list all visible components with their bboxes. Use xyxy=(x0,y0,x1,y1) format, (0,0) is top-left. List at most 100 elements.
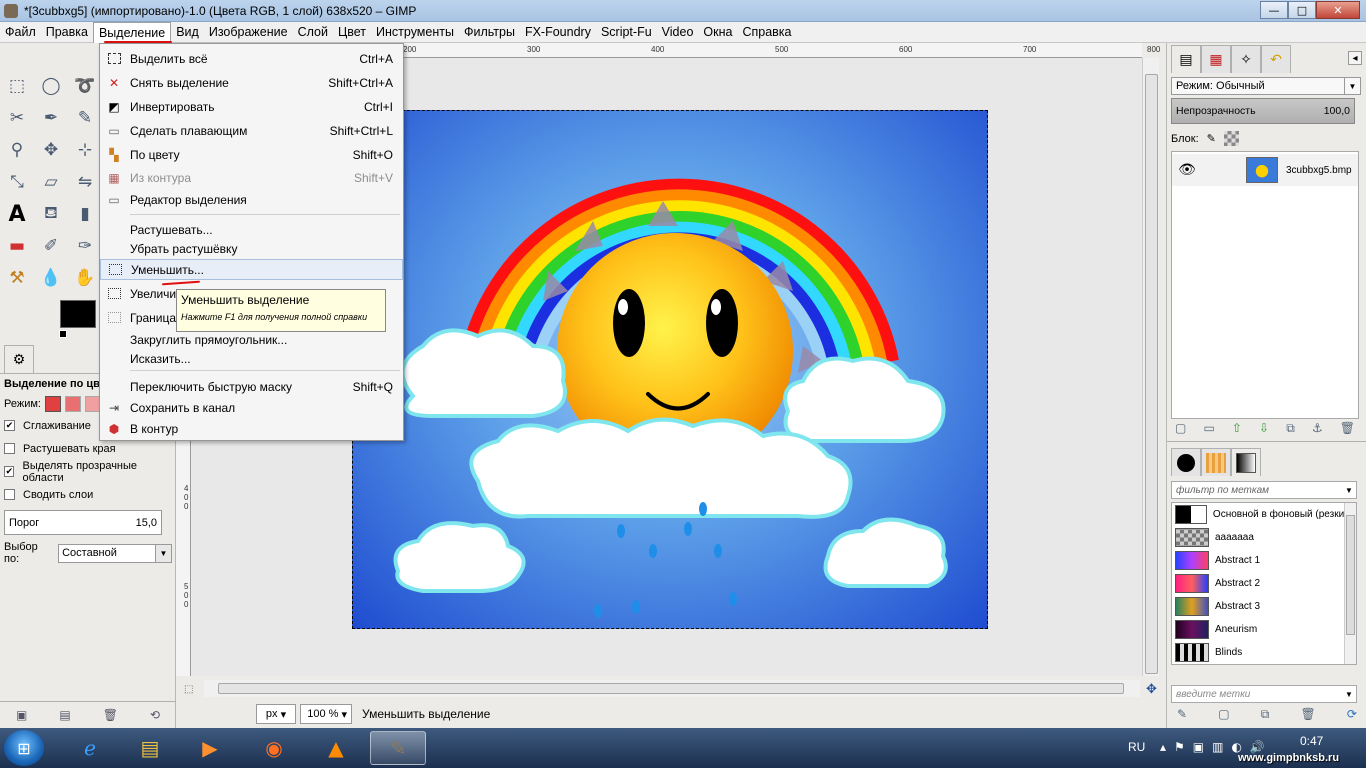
menu-item[interactable]: Цвет xyxy=(333,22,371,43)
menu-item[interactable]: Вид xyxy=(171,22,204,43)
select-menu-item[interactable]: Исказить... xyxy=(100,348,403,369)
lower-layer-icon[interactable]: ⇩ xyxy=(1259,421,1269,436)
firefox-taskbar-icon[interactable]: ◉ xyxy=(246,731,302,765)
save-options-icon[interactable]: ▣ xyxy=(16,708,27,722)
menu-item[interactable]: Инструменты xyxy=(371,22,459,43)
zoom-selector[interactable]: 100 % ▾ xyxy=(300,704,352,724)
rect-select-tool-icon[interactable]: ⬚ xyxy=(4,73,30,99)
flip-tool-icon[interactable]: ⇋ xyxy=(72,169,98,195)
horizontal-scrollbar[interactable] xyxy=(204,680,1140,697)
lock-pixels-icon[interactable]: ✎ xyxy=(1207,132,1216,145)
gradients-tab-icon[interactable] xyxy=(1231,448,1261,476)
horizontal-scroll-thumb[interactable] xyxy=(218,683,1124,694)
undo-tab-icon[interactable]: ↶ xyxy=(1261,45,1291,73)
antialiasing-checkbox[interactable]: ✔ xyxy=(4,420,15,431)
text-tool-icon[interactable]: A xyxy=(4,201,30,227)
layer-row[interactable]: 👁 3cubbxg5.bmp xyxy=(1172,154,1358,186)
bucket-fill-tool-icon[interactable]: ⛾ xyxy=(38,201,64,227)
maximize-button[interactable]: □ xyxy=(1288,1,1316,19)
delete-options-icon[interactable]: 🗑 xyxy=(103,708,118,722)
gradient-list-item[interactable]: aaaaaaa xyxy=(1172,526,1344,549)
color-picker-tool-icon[interactable]: ✎ xyxy=(72,105,98,131)
select-menu-item[interactable]: Растушевать... xyxy=(100,219,403,240)
delete-gradient-icon[interactable]: 🗑 xyxy=(1301,707,1316,722)
channels-tab-icon[interactable]: ▦ xyxy=(1201,45,1231,73)
merged-checkbox[interactable] xyxy=(4,489,15,500)
duplicate-gradient-icon[interactable]: ⧉ xyxy=(1261,707,1270,722)
gradient-list-item[interactable]: Основной в фоновый (резкий) xyxy=(1172,503,1344,526)
menu-item[interactable]: Фильтры xyxy=(459,22,520,43)
select-menu-item[interactable]: ⇥ Сохранить в канал xyxy=(100,397,403,418)
transparent-checkbox[interactable]: ✔ xyxy=(4,466,15,477)
menu-item[interactable]: FX-Foundry xyxy=(520,22,596,43)
menu-item[interactable]: Script-Fu xyxy=(596,22,657,43)
gradients-scroll-thumb[interactable] xyxy=(1346,515,1355,635)
gradient-list-item[interactable]: Abstract 1 xyxy=(1172,549,1344,572)
opacity-slider[interactable]: Непрозрачность 100,0 xyxy=(1171,98,1355,124)
new-gradient-icon[interactable]: ▢ xyxy=(1218,707,1229,722)
airbrush-tool-icon[interactable]: ✐ xyxy=(38,233,64,259)
layer-mode-combo[interactable]: Режим: Обычный ▼ xyxy=(1171,77,1361,95)
select-menu-item[interactable]: Закруглить прямоугольник... xyxy=(100,329,403,350)
select-menu-item[interactable]: Переключить быструю маску Shift+Q xyxy=(100,376,403,397)
layers-tab-icon[interactable]: ▤ xyxy=(1171,45,1201,73)
new-layer-icon[interactable]: ▢ xyxy=(1175,421,1186,436)
blur-tool-icon[interactable]: 💧 xyxy=(38,265,64,291)
ellipse-select-tool-icon[interactable]: ◯ xyxy=(38,73,64,99)
edit-gradient-icon[interactable]: ✎ xyxy=(1177,707,1187,722)
select-menu-item[interactable]: ▚ По цвету Shift+O xyxy=(100,144,403,165)
select-menu-item[interactable]: ⬢ В контур xyxy=(100,418,403,439)
eraser-tool-icon[interactable]: ▬ xyxy=(4,233,30,259)
gradient-list-item[interactable]: Aneurism xyxy=(1172,618,1344,641)
gradients-scrollbar[interactable] xyxy=(1344,503,1356,664)
menu-select[interactable]: Выделение xyxy=(92,21,172,43)
gimp-taskbar-icon[interactable]: ✎ xyxy=(370,731,426,765)
select-menu-item[interactable]: Уменьшить... xyxy=(100,259,403,280)
clock[interactable]: 0:47 xyxy=(1300,734,1323,748)
select-menu-item[interactable]: ▭ Сделать плавающим Shift+Ctrl+L xyxy=(100,120,403,141)
close-button[interactable]: ✕ xyxy=(1316,1,1360,19)
menu-item[interactable]: Изображение xyxy=(204,22,293,43)
language-indicator[interactable]: RU xyxy=(1128,740,1145,754)
refresh-gradients-icon[interactable]: ⟳ xyxy=(1347,707,1357,722)
transparent-row[interactable]: ✔ Выделять прозрачные области xyxy=(4,460,172,484)
scale-tool-icon[interactable]: ⤡ xyxy=(4,169,30,195)
duplicate-layer-icon[interactable]: ⧉ xyxy=(1286,421,1295,436)
move-tool-icon[interactable]: ✥ xyxy=(38,137,64,163)
tag-entry[interactable]: введите метки ▼ xyxy=(1171,685,1357,703)
scissors-select-tool-icon[interactable]: ✂ xyxy=(4,105,30,131)
patterns-tab-icon[interactable] xyxy=(1201,448,1231,476)
lock-alpha-icon[interactable] xyxy=(1223,131,1239,146)
select-menu-item[interactable]: ◩ Инвертировать Ctrl+I xyxy=(100,96,403,117)
foreground-color-swatch[interactable] xyxy=(60,300,96,328)
menu-item[interactable]: Справка xyxy=(737,22,796,43)
fg-bg-colors[interactable] xyxy=(59,300,100,338)
new-group-icon[interactable]: ▭ xyxy=(1203,421,1214,436)
gradient-list-item[interactable]: Abstract 2 xyxy=(1172,572,1344,595)
threshold-slider[interactable]: Порог 15,0 xyxy=(4,510,162,535)
vertical-scrollbar[interactable] xyxy=(1142,58,1159,676)
clone-tool-icon[interactable]: ⚒ xyxy=(4,265,30,291)
gradient-list-item[interactable]: Blinds xyxy=(1172,641,1344,664)
ie-taskbar-icon[interactable]: ℯ xyxy=(62,731,118,765)
gradient-list-item[interactable]: Abstract 3 xyxy=(1172,595,1344,618)
delete-layer-icon[interactable]: 🗑 xyxy=(1340,421,1355,436)
media-player-taskbar-icon[interactable]: ▶ xyxy=(182,731,238,765)
restore-options-icon[interactable]: ▤ xyxy=(59,708,70,722)
raise-layer-icon[interactable]: ⇧ xyxy=(1232,421,1242,436)
reset-options-icon[interactable]: ⟲ xyxy=(150,708,160,722)
feather-checkbox[interactable] xyxy=(4,443,15,454)
eye-icon[interactable]: 👁 xyxy=(1172,162,1202,178)
menu-item[interactable]: Video xyxy=(657,22,699,43)
menu-item[interactable]: Окна xyxy=(698,22,737,43)
free-select-tool-icon[interactable]: ➰ xyxy=(72,73,98,99)
select-menu-item[interactable]: Выделить всё Ctrl+A xyxy=(100,48,403,69)
paths-tool-icon[interactable]: ✒ xyxy=(38,105,64,131)
select-menu-item[interactable]: Убрать растушёвку xyxy=(100,238,403,259)
ink-tool-icon[interactable]: ✑ xyxy=(72,233,98,259)
merged-row[interactable]: Сводить слои xyxy=(4,483,172,506)
image-canvas[interactable] xyxy=(352,110,988,629)
tag-filter-combo[interactable]: фильтр по меткам ▼ xyxy=(1171,481,1357,499)
align-tool-icon[interactable]: ⊹ xyxy=(72,137,98,163)
shear-tool-icon[interactable]: ▱ xyxy=(38,169,64,195)
